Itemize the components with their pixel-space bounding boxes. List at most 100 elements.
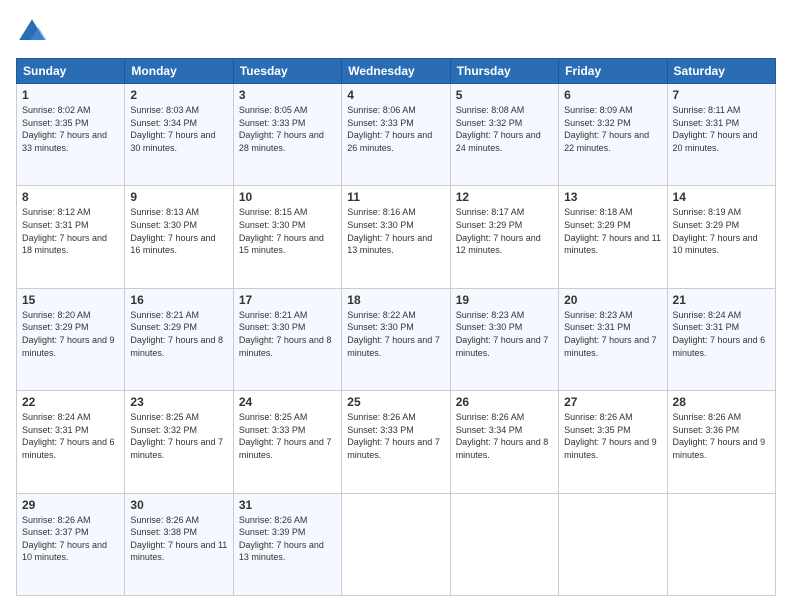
day-number: 15: [22, 293, 119, 307]
sunrise-label: Sunrise: 8:15 AM: [239, 207, 308, 217]
sunrise-label: Sunrise: 8:24 AM: [673, 310, 742, 320]
daylight-label: Daylight: 7 hours and 18 minutes.: [22, 233, 107, 256]
sunset-label: Sunset: 3:31 PM: [22, 425, 89, 435]
day-cell-27: 27 Sunrise: 8:26 AM Sunset: 3:35 PM Dayl…: [559, 391, 667, 493]
day-info: Sunrise: 8:23 AM Sunset: 3:30 PM Dayligh…: [456, 309, 553, 359]
sunrise-label: Sunrise: 8:26 AM: [347, 412, 416, 422]
sunset-label: Sunset: 3:30 PM: [456, 322, 523, 332]
day-cell-18: 18 Sunrise: 8:22 AM Sunset: 3:30 PM Dayl…: [342, 288, 450, 390]
day-cell-21: 21 Sunrise: 8:24 AM Sunset: 3:31 PM Dayl…: [667, 288, 775, 390]
day-number: 11: [347, 190, 444, 204]
sunrise-label: Sunrise: 8:09 AM: [564, 105, 633, 115]
day-number: 9: [130, 190, 227, 204]
day-info: Sunrise: 8:18 AM Sunset: 3:29 PM Dayligh…: [564, 206, 661, 256]
day-info: Sunrise: 8:11 AM Sunset: 3:31 PM Dayligh…: [673, 104, 770, 154]
day-cell-17: 17 Sunrise: 8:21 AM Sunset: 3:30 PM Dayl…: [233, 288, 341, 390]
day-cell-20: 20 Sunrise: 8:23 AM Sunset: 3:31 PM Dayl…: [559, 288, 667, 390]
day-info: Sunrise: 8:09 AM Sunset: 3:32 PM Dayligh…: [564, 104, 661, 154]
sunrise-label: Sunrise: 8:20 AM: [22, 310, 91, 320]
sunset-label: Sunset: 3:32 PM: [564, 118, 631, 128]
day-info: Sunrise: 8:24 AM Sunset: 3:31 PM Dayligh…: [673, 309, 770, 359]
day-header-friday: Friday: [559, 59, 667, 84]
day-number: 31: [239, 498, 336, 512]
day-info: Sunrise: 8:02 AM Sunset: 3:35 PM Dayligh…: [22, 104, 119, 154]
header: [16, 16, 776, 48]
day-info: Sunrise: 8:08 AM Sunset: 3:32 PM Dayligh…: [456, 104, 553, 154]
day-cell-29: 29 Sunrise: 8:26 AM Sunset: 3:37 PM Dayl…: [17, 493, 125, 595]
empty-cell: [667, 493, 775, 595]
day-cell-8: 8 Sunrise: 8:12 AM Sunset: 3:31 PM Dayli…: [17, 186, 125, 288]
day-info: Sunrise: 8:24 AM Sunset: 3:31 PM Dayligh…: [22, 411, 119, 461]
daylight-label: Daylight: 7 hours and 26 minutes.: [347, 130, 432, 153]
day-number: 5: [456, 88, 553, 102]
logo: [16, 16, 52, 48]
day-number: 19: [456, 293, 553, 307]
sunrise-label: Sunrise: 8:16 AM: [347, 207, 416, 217]
day-cell-16: 16 Sunrise: 8:21 AM Sunset: 3:29 PM Dayl…: [125, 288, 233, 390]
sunset-label: Sunset: 3:29 PM: [456, 220, 523, 230]
daylight-label: Daylight: 7 hours and 22 minutes.: [564, 130, 649, 153]
sunrise-label: Sunrise: 8:26 AM: [130, 515, 199, 525]
daylight-label: Daylight: 7 hours and 12 minutes.: [456, 233, 541, 256]
day-number: 10: [239, 190, 336, 204]
sunrise-label: Sunrise: 8:18 AM: [564, 207, 633, 217]
day-header-monday: Monday: [125, 59, 233, 84]
sunset-label: Sunset: 3:30 PM: [347, 322, 414, 332]
day-number: 6: [564, 88, 661, 102]
day-cell-22: 22 Sunrise: 8:24 AM Sunset: 3:31 PM Dayl…: [17, 391, 125, 493]
daylight-label: Daylight: 7 hours and 10 minutes.: [22, 540, 107, 563]
day-header-tuesday: Tuesday: [233, 59, 341, 84]
day-cell-5: 5 Sunrise: 8:08 AM Sunset: 3:32 PM Dayli…: [450, 84, 558, 186]
empty-cell: [342, 493, 450, 595]
day-info: Sunrise: 8:26 AM Sunset: 3:36 PM Dayligh…: [673, 411, 770, 461]
sunset-label: Sunset: 3:29 PM: [564, 220, 631, 230]
daylight-label: Daylight: 7 hours and 15 minutes.: [239, 233, 324, 256]
day-cell-25: 25 Sunrise: 8:26 AM Sunset: 3:33 PM Dayl…: [342, 391, 450, 493]
day-header-saturday: Saturday: [667, 59, 775, 84]
day-info: Sunrise: 8:13 AM Sunset: 3:30 PM Dayligh…: [130, 206, 227, 256]
daylight-label: Daylight: 7 hours and 9 minutes.: [22, 335, 115, 358]
calendar-table: SundayMondayTuesdayWednesdayThursdayFrid…: [16, 58, 776, 596]
sunrise-label: Sunrise: 8:26 AM: [22, 515, 91, 525]
day-cell-10: 10 Sunrise: 8:15 AM Sunset: 3:30 PM Dayl…: [233, 186, 341, 288]
sunrise-label: Sunrise: 8:17 AM: [456, 207, 525, 217]
day-number: 17: [239, 293, 336, 307]
day-number: 22: [22, 395, 119, 409]
day-number: 8: [22, 190, 119, 204]
day-number: 26: [456, 395, 553, 409]
sunrise-label: Sunrise: 8:03 AM: [130, 105, 199, 115]
day-cell-13: 13 Sunrise: 8:18 AM Sunset: 3:29 PM Dayl…: [559, 186, 667, 288]
day-cell-12: 12 Sunrise: 8:17 AM Sunset: 3:29 PM Dayl…: [450, 186, 558, 288]
day-info: Sunrise: 8:26 AM Sunset: 3:34 PM Dayligh…: [456, 411, 553, 461]
day-number: 29: [22, 498, 119, 512]
daylight-label: Daylight: 7 hours and 7 minutes.: [347, 437, 440, 460]
daylight-label: Daylight: 7 hours and 7 minutes.: [239, 437, 332, 460]
day-cell-7: 7 Sunrise: 8:11 AM Sunset: 3:31 PM Dayli…: [667, 84, 775, 186]
sunrise-label: Sunrise: 8:11 AM: [673, 105, 741, 115]
daylight-label: Daylight: 7 hours and 20 minutes.: [673, 130, 758, 153]
daylight-label: Daylight: 7 hours and 6 minutes.: [22, 437, 115, 460]
sunset-label: Sunset: 3:29 PM: [22, 322, 89, 332]
day-number: 12: [456, 190, 553, 204]
day-header-wednesday: Wednesday: [342, 59, 450, 84]
sunset-label: Sunset: 3:33 PM: [347, 118, 414, 128]
day-info: Sunrise: 8:05 AM Sunset: 3:33 PM Dayligh…: [239, 104, 336, 154]
day-cell-9: 9 Sunrise: 8:13 AM Sunset: 3:30 PM Dayli…: [125, 186, 233, 288]
day-info: Sunrise: 8:26 AM Sunset: 3:38 PM Dayligh…: [130, 514, 227, 564]
day-cell-4: 4 Sunrise: 8:06 AM Sunset: 3:33 PM Dayli…: [342, 84, 450, 186]
day-number: 3: [239, 88, 336, 102]
daylight-label: Daylight: 7 hours and 8 minutes.: [456, 437, 549, 460]
empty-cell: [450, 493, 558, 595]
daylight-label: Daylight: 7 hours and 33 minutes.: [22, 130, 107, 153]
day-info: Sunrise: 8:15 AM Sunset: 3:30 PM Dayligh…: [239, 206, 336, 256]
day-number: 7: [673, 88, 770, 102]
sunrise-label: Sunrise: 8:08 AM: [456, 105, 525, 115]
sunset-label: Sunset: 3:32 PM: [130, 425, 197, 435]
week-row-3: 15 Sunrise: 8:20 AM Sunset: 3:29 PM Dayl…: [17, 288, 776, 390]
daylight-label: Daylight: 7 hours and 13 minutes.: [239, 540, 324, 563]
header-row: SundayMondayTuesdayWednesdayThursdayFrid…: [17, 59, 776, 84]
day-number: 23: [130, 395, 227, 409]
day-cell-3: 3 Sunrise: 8:05 AM Sunset: 3:33 PM Dayli…: [233, 84, 341, 186]
sunset-label: Sunset: 3:33 PM: [239, 425, 306, 435]
day-info: Sunrise: 8:12 AM Sunset: 3:31 PM Dayligh…: [22, 206, 119, 256]
